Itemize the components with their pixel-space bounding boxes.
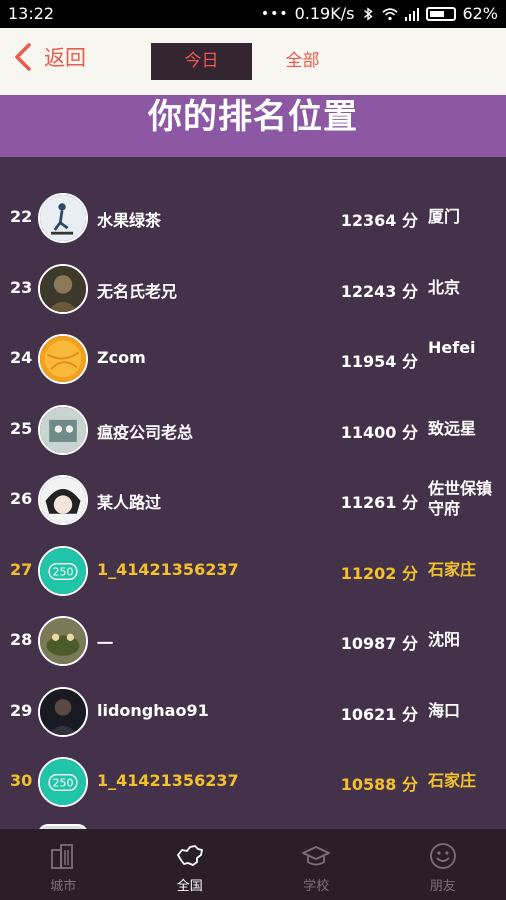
user-city: 北京 [428, 277, 461, 297]
dark-portrait-avatar[interactable] [38, 686, 88, 737]
header-bar: 返回 今日 全部 [0, 28, 506, 95]
bottom-nav: 城市 全国 学校 朋友 [0, 829, 506, 900]
battery-percent: 62% [462, 4, 498, 23]
rank-number: 25 [10, 418, 33, 438]
ranking-row[interactable]: 30 250 1_41421356237 10588 分石家庄 [0, 747, 506, 818]
anime-avatar[interactable] [38, 475, 88, 525]
user-name: 水果绿茶 [97, 211, 162, 230]
ranking-row[interactable]: 27 250 1_41421356237 11202 分石家庄 [0, 536, 506, 607]
user-score: 11261 分 [340, 493, 418, 512]
nav-city-label: 城市 [50, 879, 77, 894]
bluetooth-icon [364, 6, 374, 21]
teal-250-avatar[interactable]: 250 [38, 545, 88, 596]
rank-number: 29 [10, 700, 33, 720]
skater-avatar[interactable] [38, 193, 88, 243]
back-label: 返回 [44, 46, 86, 70]
user-name: 1_41421356237 [97, 559, 239, 579]
nav-country-label: 全国 [176, 879, 203, 894]
user-score: 10987 分 [340, 634, 418, 653]
signal-icon [405, 7, 420, 21]
rank-number: 23 [10, 277, 33, 297]
china-map-icon [176, 845, 203, 866]
user-city: Hefei [428, 338, 476, 357]
user-score: 11954 分 [340, 352, 418, 371]
user-name: 瘟疫公司老总 [97, 422, 194, 442]
frog-avatar[interactable] [38, 616, 88, 666]
rank-number: 26 [10, 489, 33, 508]
nav-friends-label: 朋友 [429, 879, 456, 894]
user-city: 石家庄 [428, 559, 477, 579]
user-score: 12364 分 [340, 211, 418, 230]
orange-ball-avatar[interactable] [38, 334, 88, 384]
user-city: 致远星 [428, 418, 477, 438]
status-bar: 13:22 ••• 0.19K/s 62% [0, 0, 506, 28]
graduation-cap-icon [302, 846, 331, 866]
teal-250-avatar[interactable]: 250 [38, 757, 88, 807]
status-time: 13:22 [8, 4, 55, 23]
cartoon-avatar[interactable] [38, 404, 88, 455]
ranking-row[interactable]: 26 某人路过 11261 分佐世保镇守府 [0, 465, 506, 536]
user-name: Zcom [97, 348, 146, 367]
rank-number: 27 [10, 559, 33, 579]
ranking-row[interactable]: 22 水果绿茶 12364 分厦门 [0, 183, 506, 254]
ranking-row[interactable]: 24 Zcom 11954 分 Hefei [0, 324, 506, 395]
user-score: 10621 分 [340, 704, 418, 724]
smiley-icon [429, 843, 456, 869]
nav-country[interactable]: 全国 [127, 829, 254, 900]
tab-all[interactable]: 全部 [252, 43, 353, 80]
rank-number: 24 [10, 348, 33, 367]
ranking-list: 22 水果绿茶 12364 分厦门 23 无名氏老兄 12243 分北京 24 Zcom 119… [0, 183, 506, 818]
user-city: 佐世保镇守府 [428, 479, 493, 518]
city-icon [51, 844, 74, 869]
chevron-left-icon [15, 43, 31, 71]
user-name: 一 [97, 634, 114, 653]
battery-icon [426, 6, 457, 21]
more-dots-icon: ••• [260, 5, 289, 22]
user-name: 1_41421356237 [97, 771, 239, 790]
ranking-row[interactable]: 28 一 10987 分沈阳 [0, 606, 506, 677]
user-name: 某人路过 [97, 493, 162, 512]
user-score: 11202 分 [340, 563, 418, 583]
user-city: 沈阳 [428, 630, 461, 649]
nav-city[interactable]: 城市 [0, 829, 127, 900]
network-speed: 0.19K/s [294, 4, 355, 23]
user-name: 无名氏老兄 [97, 281, 178, 301]
user-city: 海口 [428, 700, 461, 720]
title-banner: 你的排名位置 [0, 95, 506, 157]
status-icons: ••• 0.19K/s 62% [261, 4, 498, 23]
rank-number: 28 [10, 630, 33, 649]
user-score: 10588 分 [340, 775, 418, 794]
tab-today[interactable]: 今日 [151, 43, 252, 80]
user-name: lidonghao91 [97, 700, 209, 720]
nav-school[interactable]: 学校 [253, 829, 380, 900]
nav-school-label: 学校 [303, 879, 330, 894]
nav-friends[interactable]: 朋友 [380, 829, 506, 900]
svg-text:250: 250 [52, 777, 73, 790]
user-city: 石家庄 [428, 771, 477, 790]
ranking-row[interactable]: 29 lidonghao91 10621 分海口 [0, 677, 506, 748]
ranking-row[interactable]: 23 无名氏老兄 12243 分北京 [0, 254, 506, 325]
user-score: 11400 分 [340, 422, 418, 442]
wifi-icon [382, 7, 399, 20]
rank-number: 22 [10, 207, 33, 226]
ranking-row[interactable]: 25 瘟疫公司老总 11400 分致远星 [0, 395, 506, 466]
svg-text:250: 250 [52, 565, 73, 578]
period-tabs: 今日 全部 [151, 43, 354, 80]
rank-number: 30 [10, 771, 33, 790]
user-city: 厦门 [428, 207, 461, 226]
back-button[interactable]: 返回 [12, 42, 86, 72]
portrait-avatar[interactable] [38, 263, 88, 314]
page-title: 你的排名位置 [148, 97, 358, 137]
user-score: 12243 分 [340, 281, 418, 301]
